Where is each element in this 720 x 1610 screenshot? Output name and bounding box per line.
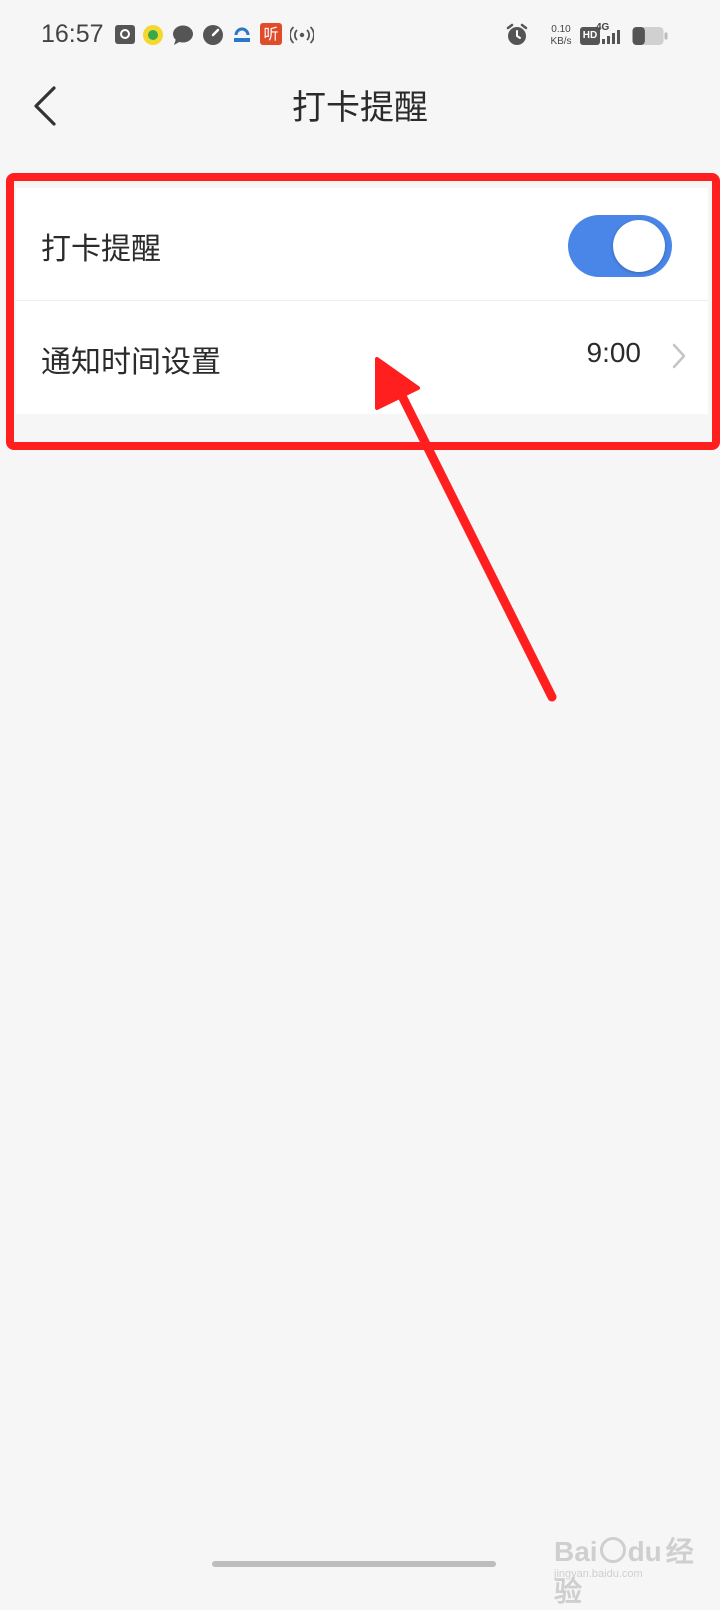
settings-card: 打卡提醒 通知时间设置 9:00 (16, 188, 708, 414)
chevron-right-icon (672, 343, 686, 369)
network-speed: 0.10 KB/s (546, 24, 576, 48)
screenshot-icon (115, 25, 135, 44)
notify-time-label: 通知时间设置 (41, 345, 221, 380)
qq-music-icon (143, 25, 163, 45)
message-icon (173, 25, 193, 45)
notify-time-value: 9:00 (586, 337, 642, 368)
speedometer-icon (203, 25, 223, 45)
alarm-icon (506, 23, 528, 45)
signal-icon: 4G (596, 22, 626, 46)
network-speed-value: 0.10 (551, 24, 571, 35)
toggle-knob (613, 220, 665, 272)
watermark-du: du (627, 1536, 662, 1567)
reminder-row: 打卡提醒 (16, 188, 708, 300)
watermark: Bai du 经验 jingyan.baidu.com (548, 1530, 718, 1607)
battery-icon (632, 27, 668, 45)
nav-bar: 打卡提醒 (0, 72, 720, 146)
watermark-bai: Bai (554, 1536, 598, 1567)
hotspot-icon (290, 26, 314, 44)
home-indicator[interactable] (212, 1561, 496, 1567)
status-time: 16:57 (41, 20, 104, 48)
ting-icon: 听 (260, 23, 282, 45)
reminder-label: 打卡提醒 (41, 232, 161, 267)
app-icon (234, 27, 250, 42)
notify-time-row[interactable]: 通知时间设置 9:00 (16, 301, 708, 413)
reminder-toggle[interactable] (568, 215, 672, 277)
network-speed-unit: KB/s (550, 36, 572, 47)
status-bar: 16:57 听 0.10 KB/s HD 4G (0, 0, 720, 72)
watermark-url: jingyan.baidu.com (554, 1568, 643, 1580)
paw-icon (599, 1537, 626, 1563)
page-title: 打卡提醒 (292, 88, 428, 128)
